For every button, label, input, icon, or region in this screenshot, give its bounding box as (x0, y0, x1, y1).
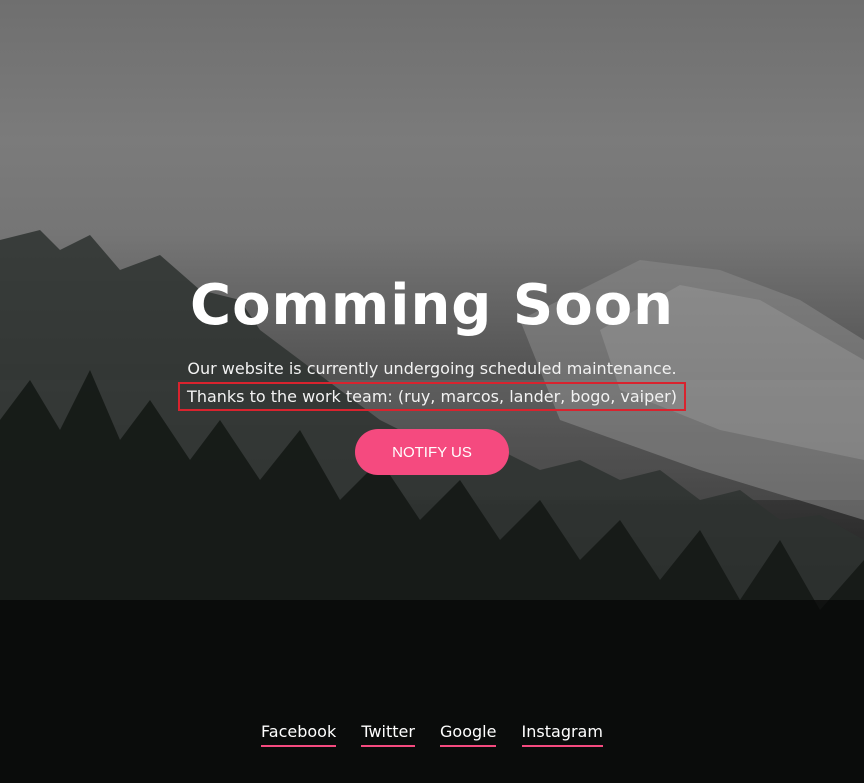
notify-us-button[interactable]: NOTIFY US (355, 429, 509, 475)
twitter-link[interactable]: Twitter (361, 720, 415, 747)
hero-section: Comming Soon Our website is currently un… (0, 270, 864, 475)
google-link[interactable]: Google (440, 720, 497, 747)
page-title: Comming Soon (189, 273, 675, 338)
maintenance-message: Our website is currently undergoing sche… (187, 359, 677, 378)
social-links: Facebook Twitter Google Instagram (0, 720, 864, 747)
instagram-link[interactable]: Instagram (521, 720, 603, 747)
facebook-link[interactable]: Facebook (261, 720, 337, 747)
highlighted-team-credit: Thanks to the work team: (ruy, marcos, l… (178, 382, 686, 411)
team-credit-line: Thanks to the work team: (ruy, marcos, l… (0, 382, 864, 411)
